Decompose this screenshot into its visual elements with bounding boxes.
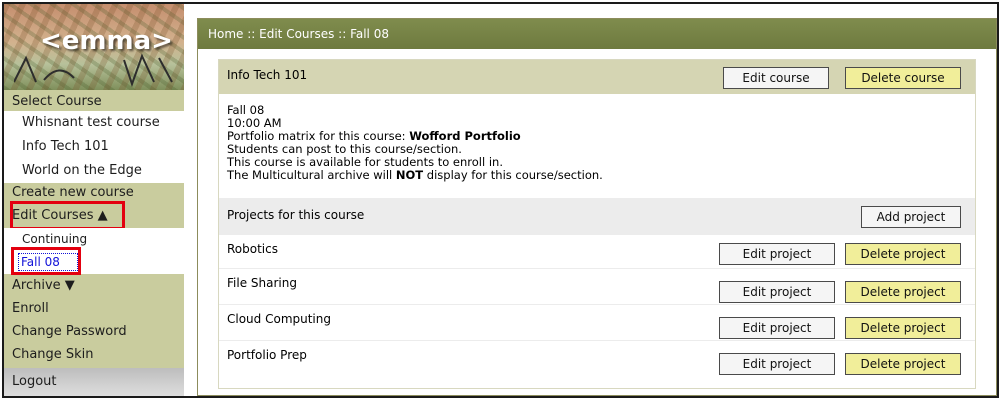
app-frame: <emma> Select Course Whisnant test cours… — [2, 2, 999, 398]
edit-course-button[interactable]: Edit course — [723, 67, 829, 89]
projects-header: Projects for this course Add project — [219, 198, 975, 234]
edit-project-button[interactable]: Edit project — [719, 353, 835, 375]
course-link-world-edge[interactable]: World on the Edge — [22, 163, 142, 178]
enroll-link[interactable]: Enroll — [4, 297, 184, 320]
course-info: Fall 08 10:00 AM Portfolio matrix for th… — [227, 104, 967, 182]
edit-project-button[interactable]: Edit project — [719, 281, 835, 303]
course-link-info-tech[interactable]: Info Tech 101 — [22, 139, 109, 154]
create-course-link[interactable]: Create new course — [4, 181, 184, 204]
submenu-fall-08[interactable]: Fall 08 — [18, 253, 78, 271]
delete-project-button[interactable]: Delete project — [845, 317, 961, 339]
archive-link[interactable]: Archive ▼ — [4, 274, 184, 297]
emma-logo[interactable]: <emma> — [4, 4, 184, 90]
portfolio-prefix: Portfolio matrix for this course: — [227, 129, 410, 143]
submenu-continuing[interactable]: Continuing — [22, 232, 87, 246]
course-list: Whisnant test course Info Tech 101 World… — [4, 111, 184, 183]
main-content: Home :: Edit Courses :: Fall 08 Info Tec… — [197, 18, 997, 396]
project-row: File Sharing Edit project Delete project — [219, 268, 975, 303]
add-project-button[interactable]: Add project — [861, 206, 961, 228]
edit-project-button[interactable]: Edit project — [719, 243, 835, 265]
course-title: Info Tech 101 — [227, 68, 308, 82]
project-name: Cloud Computing — [227, 312, 331, 326]
course-panel: Info Tech 101 Edit course Delete course … — [218, 59, 976, 389]
edit-courses-link[interactable]: Edit Courses ▲ — [4, 204, 184, 227]
change-skin-link[interactable]: Change Skin — [4, 343, 184, 366]
archive-not: NOT — [395, 168, 424, 182]
delete-project-button[interactable]: Delete project — [845, 281, 961, 303]
course-section: Fall 08 — [227, 103, 265, 117]
project-name: File Sharing — [227, 276, 297, 290]
logout-link[interactable]: Logout — [4, 368, 184, 396]
project-name: Robotics — [227, 242, 278, 256]
archive-line: The Multicultural archive will NOT displ… — [227, 169, 967, 182]
breadcrumb: Home :: Edit Courses :: Fall 08 — [198, 19, 996, 49]
project-name: Portfolio Prep — [227, 348, 307, 362]
delete-project-button[interactable]: Delete project — [845, 353, 961, 375]
course-header-bar: Info Tech 101 Edit course Delete course — [219, 60, 975, 94]
archive-prefix: The Multicultural archive will — [227, 168, 396, 182]
project-row: Cloud Computing Edit project Delete proj… — [219, 304, 975, 339]
logo-decoration-icon — [14, 53, 173, 88]
portfolio-name: Wofford Portfolio — [409, 129, 521, 143]
course-link-whisnant[interactable]: Whisnant test course — [22, 115, 160, 130]
delete-project-button[interactable]: Delete project — [845, 243, 961, 265]
select-course-heading: Select Course — [12, 94, 102, 109]
project-row: Robotics Edit project Delete project — [219, 234, 975, 268]
sidebar: <emma> Select Course Whisnant test cours… — [4, 4, 184, 396]
projects-title: Projects for this course — [227, 208, 365, 222]
archive-suffix: display for this course/section. — [423, 168, 603, 182]
change-password-link[interactable]: Change Password — [4, 320, 184, 343]
edit-project-button[interactable]: Edit project — [719, 317, 835, 339]
delete-course-button[interactable]: Delete course — [845, 67, 961, 89]
project-row: Portfolio Prep Edit project Delete proje… — [219, 340, 975, 388]
